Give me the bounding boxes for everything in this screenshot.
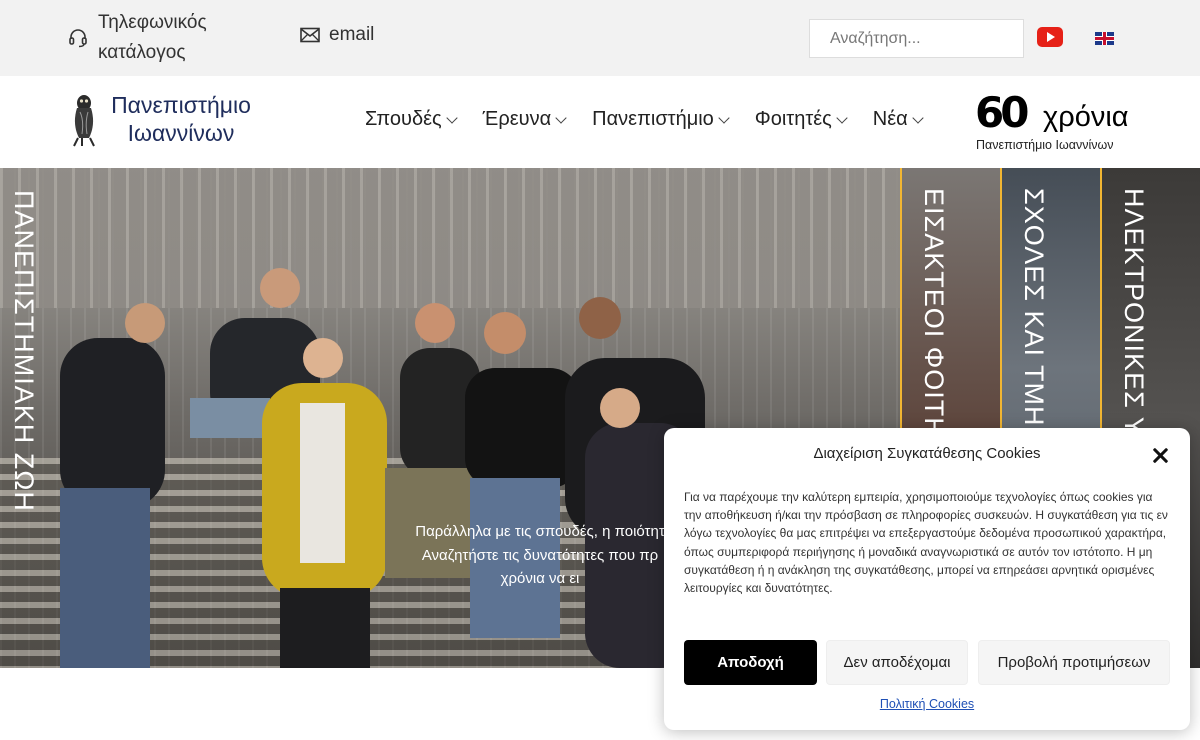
top-utility-bar: Τηλεφωνικός κατάλογος email (0, 0, 1200, 76)
nav-item-label: Πανεπιστήμιο (592, 108, 714, 130)
anniversary-logo[interactable]: 60 χρόνια Πανεπιστήμιο Ιωαννίνων (975, 90, 1135, 156)
nav-item-news[interactable]: Νέα (872, 108, 924, 131)
nav-item-label: Σπουδές (365, 108, 442, 130)
panel-label: ΕΙΣΑΚΤΕΟΙ ΦΟΙΤΗΤ (919, 188, 949, 456)
nav-item-research[interactable]: Έρευνα (482, 108, 567, 131)
university-logo[interactable]: Πανεπιστήμιο Ιωαννίνων (68, 90, 256, 148)
university-name: Πανεπιστήμιο Ιωαννίνων (111, 92, 251, 146)
anniversary-word: χρόνια (1043, 101, 1129, 133)
cookie-dialog-body: Για να παρέχουμε την καλύτερη εμπειρία, … (684, 490, 1168, 596)
deny-button[interactable]: Δεν αποδέχομαι (826, 640, 968, 685)
nav-item-label: Φοιτητές (754, 108, 832, 130)
nav-item-label: Νέα (872, 108, 908, 130)
panel-label: ΣΧΟΛΕΣ ΚΑΙ ΤΜΗΜ (1019, 188, 1049, 450)
email-label: email (329, 24, 375, 45)
cookie-policy-link[interactable]: Πολιτική Cookies (664, 697, 1190, 711)
anniversary-number: 60 (975, 88, 1029, 137)
close-icon[interactable] (1148, 444, 1172, 468)
youtube-icon[interactable] (1037, 27, 1063, 47)
envelope-icon (300, 27, 320, 43)
nav-item-label: Έρευνα (482, 108, 552, 130)
nav-item-university[interactable]: Πανεπιστήμιο (592, 108, 730, 131)
chevron-down-icon (836, 111, 848, 124)
cookie-dialog-title: Διαχείριση Συγκατάθεσης Cookies (813, 445, 1041, 462)
owl-logo-icon (73, 95, 95, 147)
students-group-photo (60, 268, 705, 668)
hero-text-line: Αναζητήστε τις δυνατότητες που πρ (421, 546, 659, 564)
main-nav: Σπουδές Έρευνα Πανεπιστήμιο Φοιτητές Νέα (365, 108, 924, 131)
main-header: Πανεπιστήμιο Ιωαννίνων Σπουδές Έρευνα Πα… (0, 76, 1200, 168)
headset-icon (69, 29, 87, 48)
hero-description: Παράλληλα με τις σπουδές, η ποιότητ Αναζ… (380, 520, 700, 591)
uk-flag-icon[interactable] (1095, 32, 1114, 45)
panel-label: ΗΛΕΚΤΡΟΝΙΚΕΣ ΥΠ (1119, 188, 1149, 457)
hero-vertical-title: ΠΑΝΕΠΙΣΤΗΜΙΑΚΗ ΖΩΗ (9, 190, 39, 512)
chevron-down-icon (912, 111, 924, 124)
nav-item-studies[interactable]: Σπουδές (365, 108, 458, 131)
phone-directory-link[interactable]: Τηλεφωνικός κατάλογος (68, 8, 248, 68)
phone-directory-label: Τηλεφωνικός κατάλογος (98, 12, 207, 63)
chevron-down-icon (718, 111, 730, 124)
anniversary-subtitle: Πανεπιστήμιο Ιωαννίνων (976, 138, 1114, 152)
hero-text-line: χρόνια να ει (500, 570, 580, 587)
chevron-down-icon (555, 111, 567, 124)
hero-text-line: Παράλληλα με τις σπουδές, η ποιότητ (415, 523, 665, 540)
cookie-consent-dialog: Διαχείριση Συγκατάθεσης Cookies Για να π… (664, 428, 1190, 730)
view-preferences-button[interactable]: Προβολή προτιμήσεων (978, 640, 1170, 685)
chevron-down-icon (446, 111, 458, 124)
accept-button[interactable]: Αποδοχή (684, 640, 817, 685)
email-link[interactable]: email (300, 24, 374, 46)
search-input[interactable] (809, 19, 1024, 58)
nav-item-students[interactable]: Φοιτητές (754, 108, 848, 131)
